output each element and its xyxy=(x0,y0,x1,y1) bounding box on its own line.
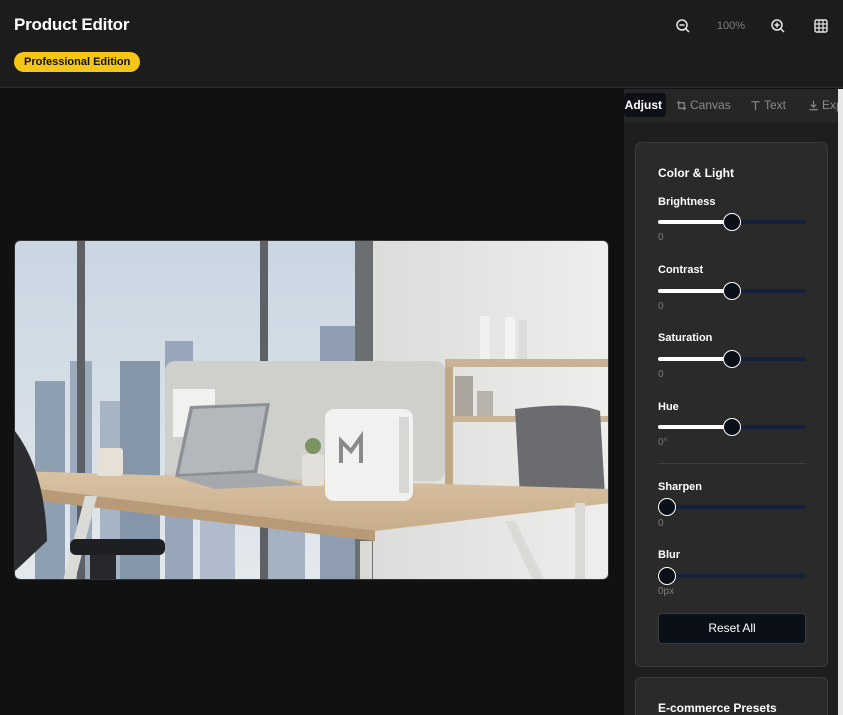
app-header: Product Editor Professional Edition 100% xyxy=(0,0,843,88)
adjust-panel: Adjust Canvas Text Exp Color & Light Bri… xyxy=(624,89,843,715)
slider-thumb[interactable] xyxy=(658,567,676,585)
saturation-value: 0 xyxy=(658,369,664,380)
hue-slider[interactable] xyxy=(658,418,806,436)
contrast-value: 0 xyxy=(658,301,664,312)
zoom-in-icon[interactable] xyxy=(770,18,786,34)
brightness-label: Brightness xyxy=(658,196,716,208)
section-title: Color & Light xyxy=(658,166,734,180)
zoom-out-icon[interactable] xyxy=(675,18,691,34)
edition-badge: Professional Edition xyxy=(14,52,141,72)
slider-thumb[interactable] xyxy=(723,282,741,300)
scrollbar[interactable] xyxy=(838,89,843,715)
contrast-slider[interactable] xyxy=(658,282,806,300)
slider-thumb[interactable] xyxy=(723,350,741,368)
tab-canvas[interactable]: Canvas xyxy=(676,93,731,117)
section-divider xyxy=(658,463,806,464)
ecommerce-presets-card: E-commerce Presets xyxy=(635,677,828,715)
sharpen-slider[interactable] xyxy=(658,498,806,516)
saturation-label: Saturation xyxy=(658,332,713,344)
slider-track xyxy=(658,505,806,509)
brightness-value: 0 xyxy=(658,232,664,243)
reset-all-button[interactable]: Reset All xyxy=(658,613,806,644)
sharpen-label: Sharpen xyxy=(658,481,703,493)
download-icon xyxy=(809,100,818,111)
slider-fill xyxy=(658,220,732,224)
slider-fill xyxy=(658,357,732,361)
presets-title: E-commerce Presets xyxy=(658,701,777,715)
color-light-card: Color & Light Brightness 0 Contrast 0 Sa… xyxy=(635,142,828,667)
hue-value: 0° xyxy=(658,437,668,448)
tab-bar: Adjust Canvas Text Exp xyxy=(624,89,843,123)
slider-thumb[interactable] xyxy=(658,498,676,516)
tab-adjust[interactable]: Adjust xyxy=(624,93,666,117)
brightness-slider[interactable] xyxy=(658,213,806,231)
tab-canvas-label: Canvas xyxy=(690,98,731,112)
slider-fill xyxy=(658,289,732,293)
slider-fill xyxy=(658,425,732,429)
slider-thumb[interactable] xyxy=(723,418,741,436)
hue-label: Hue xyxy=(658,401,679,413)
blur-value: 0px xyxy=(658,586,675,597)
page-title: Product Editor xyxy=(14,15,130,34)
contrast-label: Contrast xyxy=(658,264,704,276)
canvas-area[interactable] xyxy=(0,89,624,715)
blur-slider[interactable] xyxy=(658,567,806,585)
sharpen-value: 0 xyxy=(658,518,664,529)
text-icon xyxy=(751,101,760,111)
slider-thumb[interactable] xyxy=(723,213,741,231)
tab-text-label: Text xyxy=(764,98,787,112)
grid-icon[interactable] xyxy=(813,18,829,34)
zoom-level: 100% xyxy=(716,20,746,32)
slider-track xyxy=(658,574,806,578)
saturation-slider[interactable] xyxy=(658,350,806,368)
product-photo[interactable] xyxy=(14,240,609,580)
crop-icon xyxy=(676,100,687,111)
blur-label: Blur xyxy=(658,549,680,561)
tab-text[interactable]: Text xyxy=(750,93,786,117)
